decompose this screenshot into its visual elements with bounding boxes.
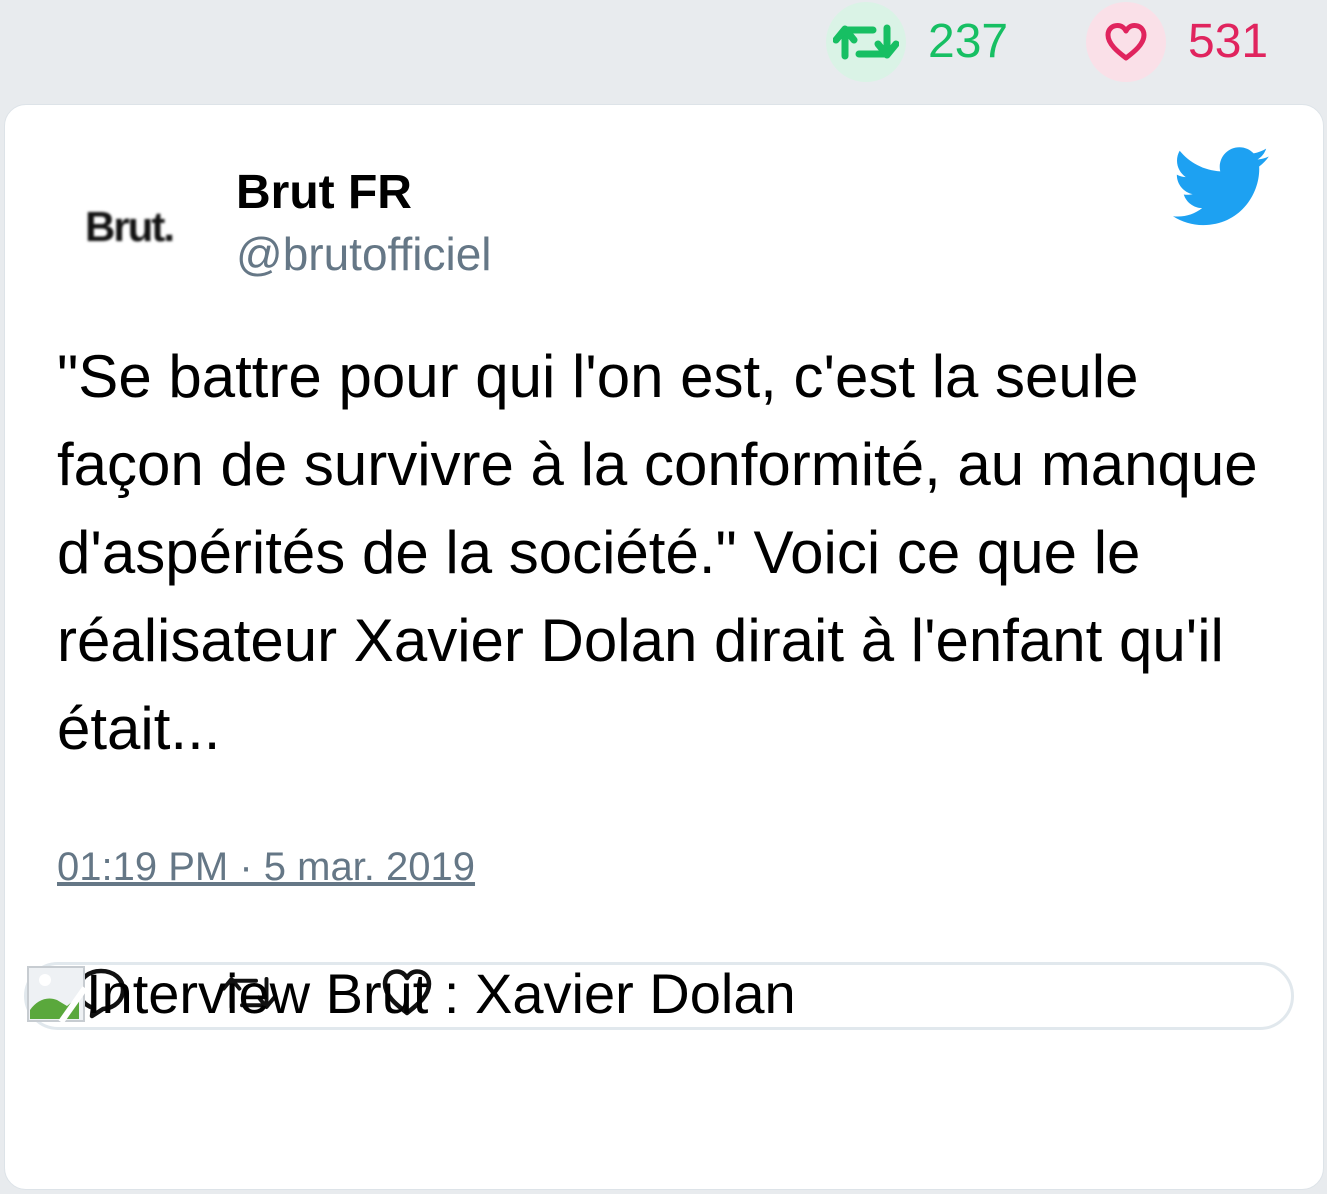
retweet-stat[interactable]: 237 — [826, 2, 1008, 82]
avatar[interactable]: Brut. — [67, 165, 191, 289]
stats-bar: 237 531 — [0, 0, 1327, 104]
broken-image-icon — [27, 966, 85, 1022]
tweet-text: "Se battre pour qui l'on est, c'est la s… — [57, 343, 1258, 762]
retweet-count: 237 — [928, 15, 1009, 68]
author-name[interactable]: Brut FR — [236, 166, 412, 220]
retweet-icon[interactable] — [826, 2, 906, 82]
like-stat[interactable]: 531 — [1086, 2, 1268, 82]
heart-icon[interactable] — [1086, 2, 1166, 82]
avatar-logo-text: Brut. — [85, 203, 175, 250]
embed-alt-text[interactable]: Interview Brut : Xavier Dolan — [86, 962, 796, 1026]
author-handle[interactable]: @brutofficiel — [236, 229, 492, 280]
like-count: 531 — [1188, 15, 1269, 68]
tweet-timestamp[interactable]: 01:19 PM · 5 mar. 2019 — [57, 845, 475, 889]
twitter-bird-icon[interactable] — [1173, 147, 1269, 227]
